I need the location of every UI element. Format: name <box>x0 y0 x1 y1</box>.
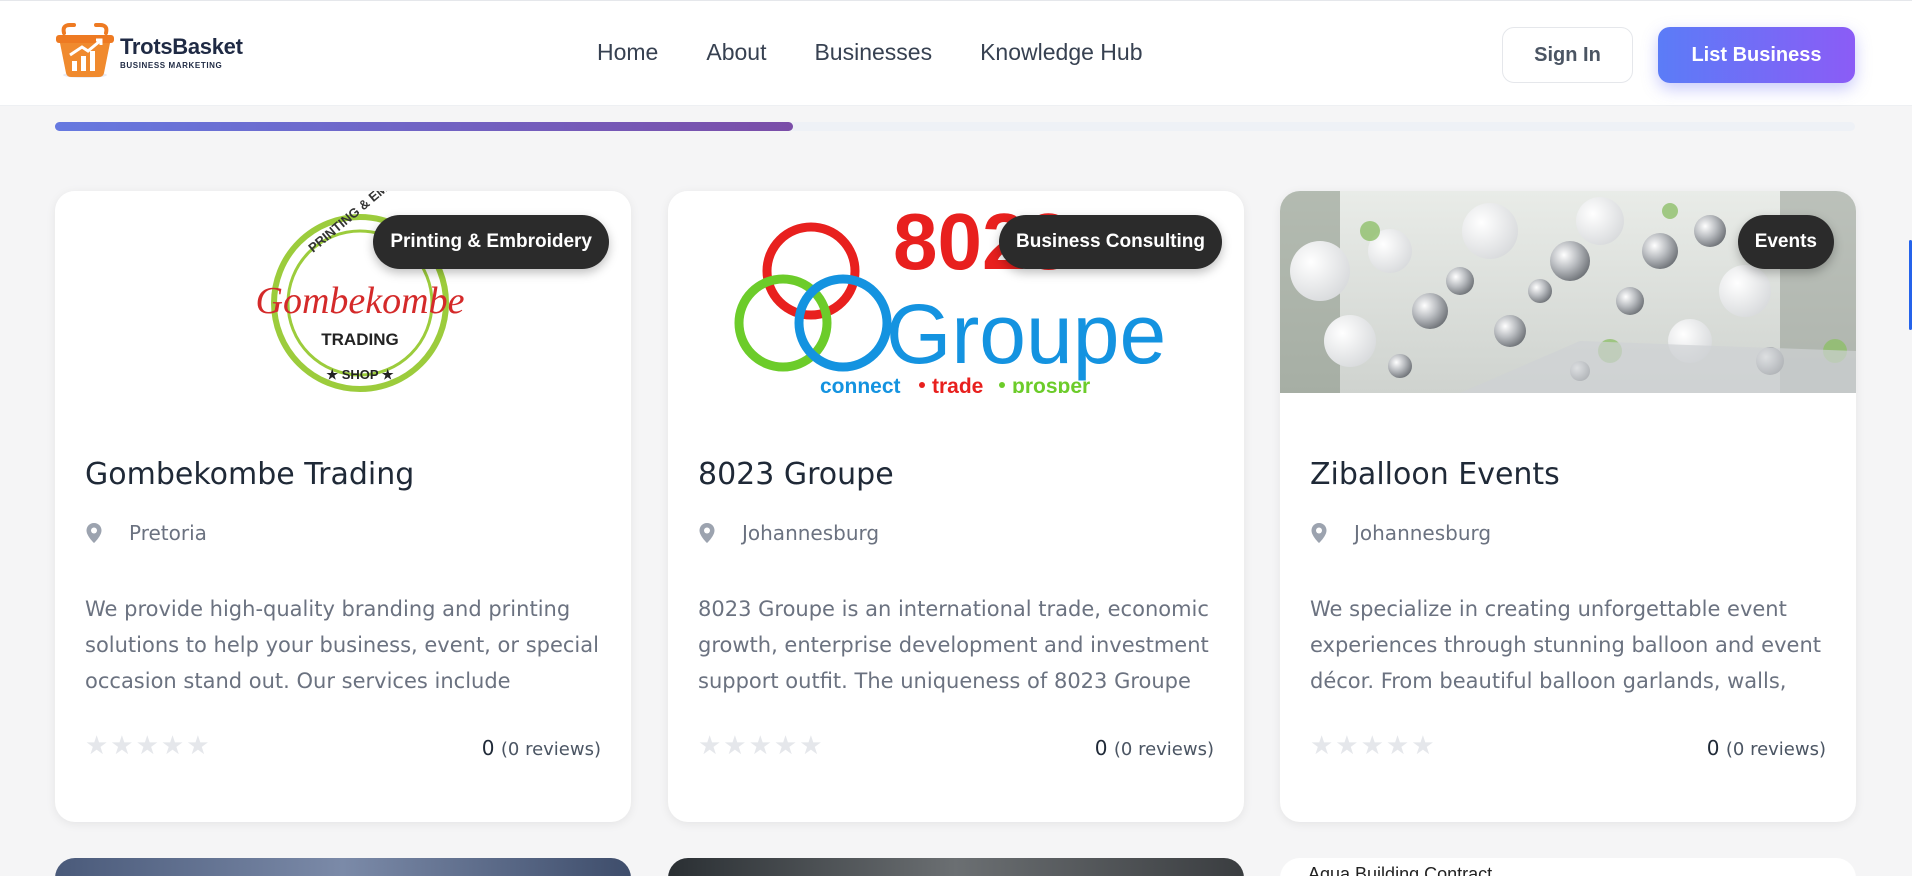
map-pin-icon <box>1311 523 1327 543</box>
map-pin-icon <box>86 523 102 543</box>
business-description: We provide high-quality branding and pri… <box>85 597 599 693</box>
basket-logo-icon <box>56 23 114 78</box>
partial-card-text: Aqua Building Contract... <box>1308 864 1508 876</box>
business-title[interactable]: Gombekombe Trading <box>85 457 414 492</box>
logo-shop: ★ SHOP ★ <box>326 367 393 382</box>
logo-tag-connect: connect <box>820 375 901 393</box>
logo-word: Groupe <box>886 287 1166 381</box>
business-image[interactable]: 8023 Groupe connect trade prosper Busine… <box>668 191 1244 393</box>
business-image[interactable]: PRINTING & EMBROIDERY Gombekombe TRADING… <box>55 191 631 393</box>
business-title[interactable]: Ziballoon Events <box>1310 457 1560 492</box>
business-title[interactable]: 8023 Groupe <box>698 457 894 492</box>
main-nav: Home About Businesses Knowledge Hub <box>597 39 1191 66</box>
rating-value: 0 <box>1094 736 1108 760</box>
rating-summary: 0 (0 reviews) <box>482 736 601 760</box>
nav-businesses[interactable]: Businesses <box>814 39 932 66</box>
progress-bar-fill <box>55 122 793 131</box>
rating-stars: ★★★★★ <box>85 731 212 761</box>
business-card[interactable]: PRINTING & EMBROIDERY Gombekombe TRADING… <box>55 191 631 822</box>
logo-tag-prosper: prosper <box>1012 375 1090 393</box>
business-card[interactable]: 8023 Groupe connect trade prosper Busine… <box>668 191 1244 822</box>
business-card-partial[interactable]: Aqua Building Contract... <box>1280 858 1856 876</box>
list-business-button[interactable]: List Business <box>1658 27 1855 83</box>
brand-name: TrotsBasket <box>120 34 243 59</box>
map-pin-icon <box>699 523 715 543</box>
category-badge[interactable]: Business Consulting <box>999 215 1222 269</box>
business-location: Johannesburg <box>1310 521 1491 545</box>
business-card-partial[interactable] <box>668 858 1244 876</box>
rating-stars: ★★★★★ <box>1310 731 1437 761</box>
location-text: Pretoria <box>129 521 207 545</box>
business-description: 8023 Groupe is an international trade, e… <box>698 597 1209 693</box>
logo-sub: TRADING <box>321 330 398 349</box>
review-count: (0 reviews) <box>500 739 601 760</box>
rating-summary: 0 (0 reviews) <box>1707 736 1826 760</box>
nav-home[interactable]: Home <box>597 39 658 66</box>
rating-value: 0 <box>481 736 495 760</box>
review-count: (0 reviews) <box>1725 739 1826 760</box>
progress-bar <box>55 122 1855 131</box>
category-badge[interactable]: Printing & Embroidery <box>373 215 609 269</box>
business-card-partial[interactable] <box>55 858 631 876</box>
business-location: Pretoria <box>85 521 207 545</box>
business-location: Johannesburg <box>698 521 879 545</box>
rating-stars: ★★★★★ <box>698 731 825 761</box>
location-text: Johannesburg <box>742 521 880 545</box>
logo-tag-trade: trade <box>932 375 983 393</box>
logo-name: Gombekombe <box>256 280 465 322</box>
business-card[interactable]: Events Ziballoon Events Johannesburg We … <box>1280 191 1856 822</box>
business-description: We specialize in creating unforgettable … <box>1310 597 1821 693</box>
brand-logo[interactable]: TrotsBasket BUSINESS MARKETING <box>54 23 243 81</box>
site-header: TrotsBasket BUSINESS MARKETING Home Abou… <box>0 0 1912 106</box>
location-text: Johannesburg <box>1354 521 1492 545</box>
rating-summary: 0 (0 reviews) <box>1095 736 1214 760</box>
nav-knowledge-hub[interactable]: Knowledge Hub <box>980 39 1142 66</box>
category-badge[interactable]: Events <box>1737 215 1834 269</box>
rating-value: 0 <box>1706 736 1720 760</box>
sign-in-button[interactable]: Sign In <box>1502 27 1633 83</box>
business-image[interactable]: Events <box>1280 191 1856 393</box>
brand-tagline: BUSINESS MARKETING <box>120 61 223 70</box>
review-count: (0 reviews) <box>1113 739 1214 760</box>
nav-about[interactable]: About <box>706 39 766 66</box>
